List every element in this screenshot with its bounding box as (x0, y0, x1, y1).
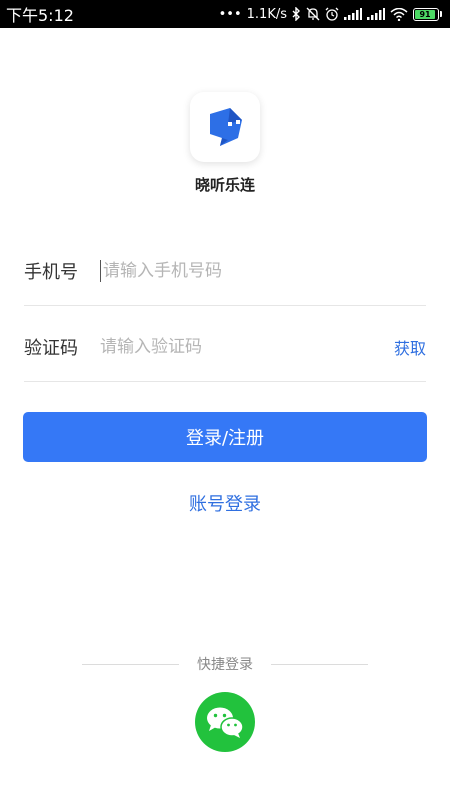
status-bar: 下午5:12 ••• 1.1K/s 91 (0, 0, 450, 28)
alarm-icon (325, 7, 339, 21)
quick-login-label: 快捷登录 (197, 657, 253, 673)
code-input[interactable] (100, 336, 394, 357)
phone-input[interactable] (100, 259, 426, 282)
battery-level: 91 (415, 9, 436, 19)
app-logo (190, 92, 260, 162)
status-time: 下午5:12 (6, 6, 74, 25)
divider-line (82, 663, 179, 665)
wechat-icon (207, 707, 244, 738)
status-icons: ••• 1.1K/s 91 (219, 7, 442, 22)
get-code-button[interactable]: 获取 (394, 335, 426, 359)
quick-login-divider: 快捷登录 (82, 654, 368, 674)
phone-row: 手机号 (24, 236, 426, 306)
wifi-icon (390, 7, 408, 21)
battery-icon: 91 (413, 7, 442, 21)
account-login-link[interactable]: 账号登录 (0, 490, 450, 516)
mute-icon (306, 7, 320, 21)
code-row: 验证码 获取 (24, 312, 426, 382)
code-label: 验证码 (24, 337, 78, 359)
wechat-login-button[interactable] (195, 692, 255, 752)
signal-icon (344, 8, 362, 20)
signal-icon (367, 8, 385, 20)
app-logo-icon (210, 108, 242, 146)
status-dots: ••• (218, 6, 242, 22)
phone-label: 手机号 (24, 261, 78, 283)
login-register-button[interactable]: 登录/注册 (23, 412, 427, 462)
bluetooth-icon (292, 7, 301, 21)
network-speed: 1.1K/s (246, 6, 287, 22)
app-name: 晓听乐连 (194, 176, 255, 194)
divider-line (271, 663, 368, 665)
